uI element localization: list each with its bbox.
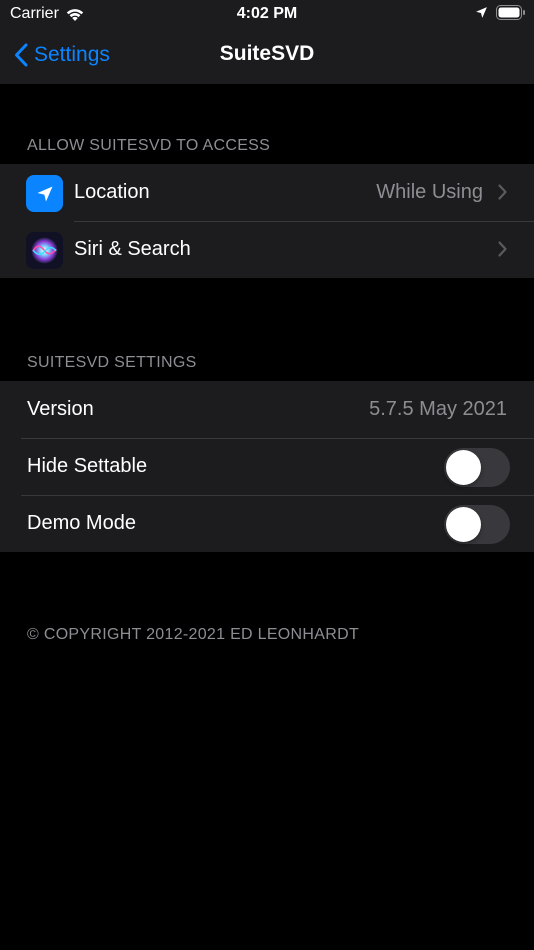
location-arrow-icon (476, 7, 487, 18)
siri-icon (26, 232, 63, 269)
location-value: While Using (376, 181, 483, 203)
siri-search-row[interactable]: Siri & Search (0, 221, 534, 278)
access-group: Location While Using Siri & Search (0, 164, 534, 278)
demo-mode-row: Demo Mode (0, 495, 534, 552)
version-label: Version (27, 398, 94, 420)
copyright-footer: © COPYRIGHT 2012-2021 ED LEONHARDT (27, 626, 360, 643)
siri-search-label: Siri & Search (74, 238, 191, 260)
siri-app-icon (26, 232, 63, 269)
navigation-bar: Settings SuiteSVD (0, 28, 534, 84)
location-label: Location (74, 181, 150, 203)
demo-mode-toggle[interactable] (444, 505, 510, 544)
battery-icon (496, 5, 525, 20)
location-app-icon (26, 175, 63, 212)
status-bar: Carrier 4:02 PM (0, 0, 534, 28)
status-time: 4:02 PM (236, 5, 298, 22)
location-row[interactable]: Location While Using (0, 164, 534, 221)
page-title: SuiteSVD (219, 42, 315, 65)
version-value: 5.7.5 May 2021 (369, 398, 507, 420)
settings-section-header: SUITESVD SETTINGS (27, 354, 197, 371)
settings-group: Version 5.7.5 May 2021 Hide Settable Dem… (0, 381, 534, 552)
hide-settable-toggle[interactable] (444, 448, 510, 487)
toggle-knob (446, 450, 481, 485)
access-section-header: ALLOW SUITESVD TO ACCESS (27, 137, 271, 154)
chevron-right-icon (498, 184, 507, 200)
status-right (475, 5, 526, 20)
demo-mode-label: Demo Mode (27, 512, 136, 534)
hide-settable-row: Hide Settable (0, 438, 534, 495)
toggle-knob (446, 507, 481, 542)
chevron-right-icon (498, 241, 507, 257)
hide-settable-label: Hide Settable (27, 455, 148, 477)
location-arrow-icon (37, 186, 52, 201)
version-row: Version 5.7.5 May 2021 (0, 381, 534, 438)
